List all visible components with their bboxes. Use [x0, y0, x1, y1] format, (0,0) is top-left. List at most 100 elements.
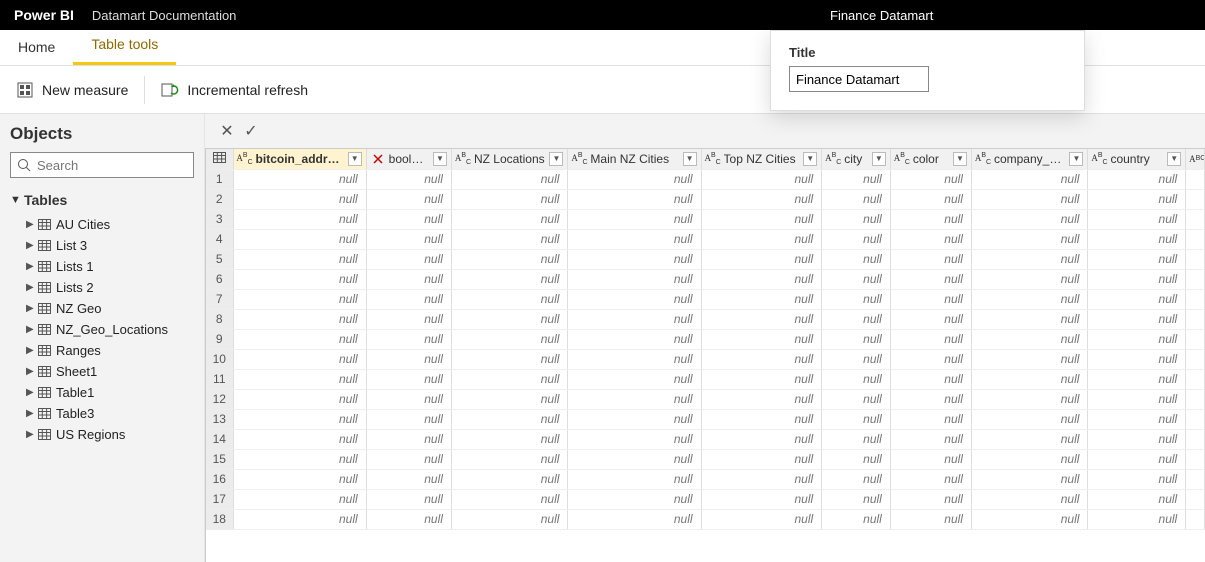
cell[interactable]: null: [971, 329, 1087, 349]
table-row[interactable]: 18nullnullnullnullnullnullnullnullnull: [206, 509, 1205, 529]
cell[interactable]: null: [890, 229, 971, 249]
cell[interactable]: null: [1088, 189, 1186, 209]
cell[interactable]: null: [701, 229, 822, 249]
cell[interactable]: null: [971, 309, 1087, 329]
cell[interactable]: null: [451, 209, 567, 229]
row-number[interactable]: 9: [206, 329, 233, 349]
table-row[interactable]: 9nullnullnullnullnullnullnullnullnull: [206, 329, 1205, 349]
column-header[interactable]: ABCcity▼: [822, 149, 891, 169]
cell[interactable]: null: [568, 389, 701, 409]
row-number[interactable]: 8: [206, 309, 233, 329]
cell[interactable]: null: [366, 369, 451, 389]
cell[interactable]: null: [1088, 449, 1186, 469]
cell[interactable]: null: [451, 189, 567, 209]
cell[interactable]: null: [233, 449, 366, 469]
cell[interactable]: null: [890, 469, 971, 489]
row-number[interactable]: 16: [206, 469, 233, 489]
cell[interactable]: null: [1088, 509, 1186, 529]
cell[interactable]: null: [568, 449, 701, 469]
table-row[interactable]: 10nullnullnullnullnullnullnullnullnull: [206, 349, 1205, 369]
cell[interactable]: null: [890, 509, 971, 529]
cell[interactable]: null: [451, 449, 567, 469]
data-grid[interactable]: ABCbitcoin_address▼boolean▼ABCNZ Locatio…: [205, 148, 1205, 562]
cell[interactable]: null: [822, 409, 891, 429]
row-number[interactable]: 13: [206, 409, 233, 429]
row-number[interactable]: 17: [206, 489, 233, 509]
column-header[interactable]: ABCMain NZ Cities▼: [568, 149, 701, 169]
cell[interactable]: null: [1088, 269, 1186, 289]
cell[interactable]: null: [890, 369, 971, 389]
table-row[interactable]: 2nullnullnullnullnullnullnullnullnull: [206, 189, 1205, 209]
cell[interactable]: null: [1088, 469, 1186, 489]
column-filter-dropdown[interactable]: ▼: [683, 152, 697, 166]
table-row[interactable]: 3nullnullnullnullnullnullnullnullnull: [206, 209, 1205, 229]
cell[interactable]: null: [451, 349, 567, 369]
cell[interactable]: null: [822, 169, 891, 189]
row-number[interactable]: 6: [206, 269, 233, 289]
sidebar-table-item[interactable]: ▶NZ_Geo_Locations: [10, 319, 194, 340]
cell[interactable]: null: [701, 169, 822, 189]
cell[interactable]: null: [568, 169, 701, 189]
column-header[interactable]: ABCbitcoin_address▼: [233, 149, 366, 169]
cell[interactable]: null: [366, 309, 451, 329]
cell[interactable]: null: [890, 269, 971, 289]
cell[interactable]: null: [568, 409, 701, 429]
cell[interactable]: null: [822, 369, 891, 389]
cell[interactable]: null: [890, 189, 971, 209]
cell[interactable]: null: [701, 409, 822, 429]
cell[interactable]: null: [822, 509, 891, 529]
cell[interactable]: null: [890, 169, 971, 189]
cell[interactable]: null: [233, 409, 366, 429]
cell[interactable]: null: [568, 509, 701, 529]
cell[interactable]: null: [890, 409, 971, 429]
cell[interactable]: null: [822, 269, 891, 289]
cell[interactable]: null: [451, 409, 567, 429]
row-number[interactable]: 3: [206, 209, 233, 229]
cell[interactable]: null: [233, 309, 366, 329]
cell[interactable]: null: [233, 369, 366, 389]
column-header[interactable]: boolean▼: [366, 149, 451, 169]
table-row[interactable]: 11nullnullnullnullnullnullnullnullnull: [206, 369, 1205, 389]
cell[interactable]: null: [1088, 369, 1186, 389]
column-filter-dropdown[interactable]: ▼: [872, 152, 886, 166]
cell[interactable]: null: [701, 309, 822, 329]
cell[interactable]: null: [366, 489, 451, 509]
incremental-refresh-button[interactable]: Incremental refresh: [145, 66, 324, 113]
cell[interactable]: null: [568, 469, 701, 489]
cell[interactable]: null: [971, 169, 1087, 189]
sidebar-table-item[interactable]: ▶Lists 1: [10, 256, 194, 277]
cell[interactable]: null: [233, 229, 366, 249]
cell[interactable]: null: [233, 429, 366, 449]
cell[interactable]: null: [1088, 409, 1186, 429]
table-row[interactable]: 16nullnullnullnullnullnullnullnullnull: [206, 469, 1205, 489]
cell[interactable]: null: [1088, 389, 1186, 409]
cell[interactable]: null: [971, 249, 1087, 269]
sidebar-table-item[interactable]: ▶List 3: [10, 235, 194, 256]
cell[interactable]: null: [701, 449, 822, 469]
cell[interactable]: null: [366, 289, 451, 309]
cell[interactable]: null: [233, 209, 366, 229]
cell[interactable]: null: [701, 429, 822, 449]
cell[interactable]: null: [451, 269, 567, 289]
sidebar-table-item[interactable]: ▶Sheet1: [10, 361, 194, 382]
row-number[interactable]: 15: [206, 449, 233, 469]
cell[interactable]: null: [822, 469, 891, 489]
cell[interactable]: null: [971, 429, 1087, 449]
cell[interactable]: null: [366, 249, 451, 269]
sidebar-table-item[interactable]: ▶NZ Geo: [10, 298, 194, 319]
cell[interactable]: null: [1088, 229, 1186, 249]
column-header[interactable]: ABCcountry▼: [1088, 149, 1186, 169]
cell[interactable]: null: [366, 169, 451, 189]
cell[interactable]: null: [366, 209, 451, 229]
cell[interactable]: null: [451, 489, 567, 509]
table-row[interactable]: 8nullnullnullnullnullnullnullnullnull: [206, 309, 1205, 329]
cell[interactable]: null: [971, 449, 1087, 469]
cell[interactable]: null: [701, 389, 822, 409]
column-header[interactable]: ABCcolor▼: [890, 149, 971, 169]
cell[interactable]: null: [890, 329, 971, 349]
cell[interactable]: null: [822, 349, 891, 369]
cell[interactable]: null: [701, 189, 822, 209]
cell[interactable]: null: [971, 189, 1087, 209]
column-header[interactable]: ABCNZ Locations▼: [451, 149, 567, 169]
cell[interactable]: null: [822, 229, 891, 249]
